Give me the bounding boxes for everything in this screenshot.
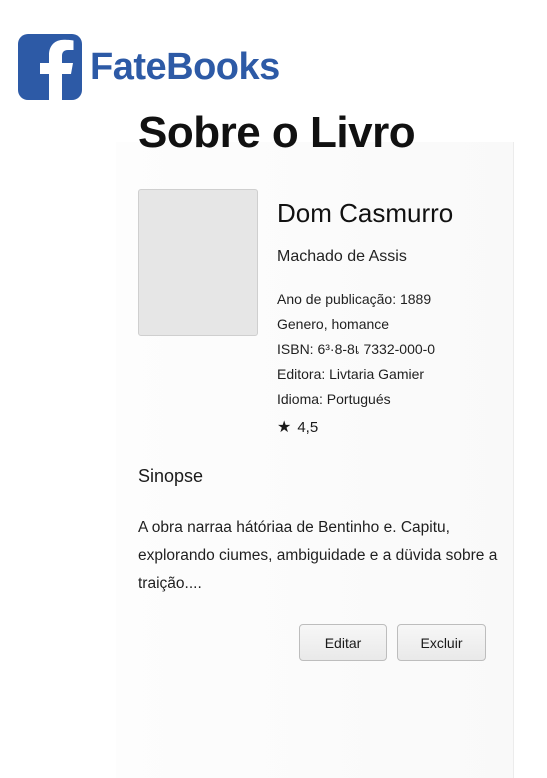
facebook-f-icon xyxy=(18,34,82,100)
brand-logo[interactable]: FateBooks xyxy=(18,32,290,102)
synopsis-heading: Sinopse xyxy=(138,466,204,486)
brand-name: FateBooks xyxy=(90,45,280,88)
detail-publisher: Editora: Livtaria Gamier xyxy=(277,366,425,382)
detail-isbn: ISBN: 6³·8-8เ 7332-000-0 xyxy=(277,341,436,357)
star-icon: ★ xyxy=(277,419,292,436)
detail-year: Ano de publicação: 1889 xyxy=(277,291,432,307)
book-rating: ★ 4,5 xyxy=(277,417,318,437)
book-title: Dom Casmurro xyxy=(277,198,454,228)
book-author: Machado de Assis xyxy=(277,248,407,265)
book-cover-placeholder xyxy=(138,189,258,336)
detail-language: Idioma: Portugués xyxy=(277,391,391,407)
panel-divider xyxy=(513,142,514,778)
delete-button[interactable]: Excluir xyxy=(397,624,486,661)
synopsis-text: A obra narraa hátóriaa de Bentinho e. Ca… xyxy=(138,519,498,592)
edit-button[interactable]: Editar xyxy=(299,624,387,661)
page: FateBooks Sobre o Livro Dom Casmurro Mac… xyxy=(0,0,547,778)
rating-value: 4,5 xyxy=(297,418,319,436)
page-title: Sobre o Livro xyxy=(138,108,416,157)
detail-genre: Genero, homance xyxy=(277,316,390,332)
book-details: Ano de publicação: 1889 Genero, homance … xyxy=(277,290,435,415)
